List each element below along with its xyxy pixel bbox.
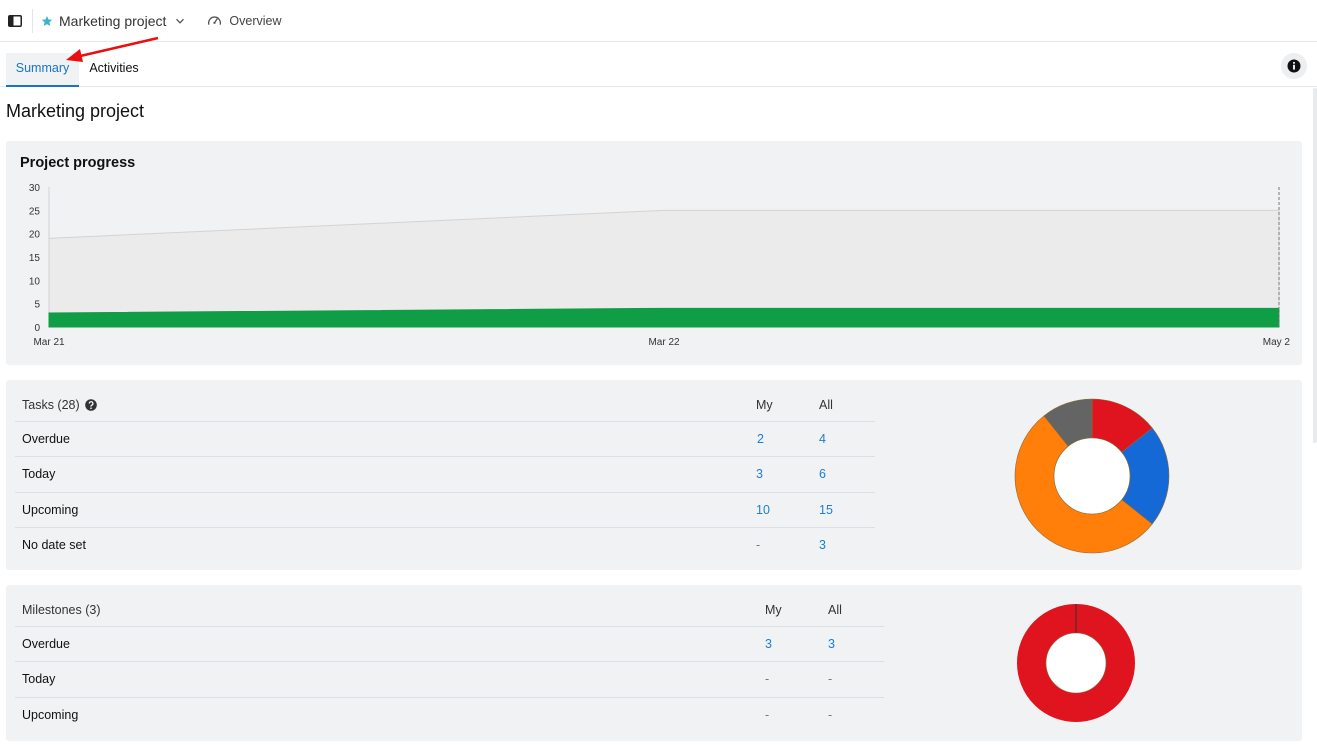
tasks-today-my[interactable]: 3 bbox=[756, 467, 763, 481]
row-label: Upcoming bbox=[22, 503, 79, 517]
project-progress-chart: 0 5 10 15 20 25 30 Mar 21 Mar 22 May 2 bbox=[29, 183, 1291, 348]
table-row: Upcoming 10 15 bbox=[15, 492, 875, 528]
tasks-donut-chart bbox=[1014, 398, 1170, 554]
milestones-today-all: - bbox=[828, 672, 833, 686]
milestones-overdue-all[interactable]: 3 bbox=[828, 637, 835, 651]
help-icon[interactable] bbox=[84, 399, 97, 411]
table-row: No date set - 3 bbox=[15, 527, 875, 563]
donut-hole bbox=[1053, 437, 1131, 515]
table-row: Today - - bbox=[15, 661, 884, 697]
tasks-overdue-all[interactable]: 4 bbox=[819, 432, 826, 446]
tab-bar: Summary Activities bbox=[0, 42, 1317, 87]
milestones-donut-chart bbox=[1017, 604, 1135, 722]
row-label: Today bbox=[22, 467, 56, 481]
info-icon bbox=[1287, 59, 1301, 73]
milestones-header-label: Milestones (3) bbox=[22, 603, 101, 617]
project-name: Marketing project bbox=[59, 12, 167, 29]
milestones-today-my: - bbox=[765, 672, 770, 686]
tasks-header: Tasks (28) bbox=[22, 398, 97, 412]
milestones-upcoming-all: - bbox=[828, 708, 833, 722]
milestones-overdue-my[interactable]: 3 bbox=[765, 637, 772, 651]
row-label: Overdue bbox=[22, 432, 70, 446]
top-bar: Marketing project Overview bbox=[0, 0, 1317, 42]
x-tick-label: Mar 22 bbox=[648, 337, 680, 348]
dashboard-gauge-icon bbox=[208, 16, 222, 25]
row-label: No date set bbox=[22, 538, 86, 552]
overview-label: Overview bbox=[229, 13, 282, 28]
sidebar-toggle-icon[interactable] bbox=[2, 8, 28, 34]
project-switcher[interactable]: Marketing project bbox=[41, 13, 185, 29]
tasks-upcoming-all[interactable]: 15 bbox=[819, 503, 833, 517]
tasks-nodate-all[interactable]: 3 bbox=[819, 538, 826, 552]
y-tick-label: 20 bbox=[29, 230, 41, 241]
row-label: Upcoming bbox=[22, 708, 79, 722]
page-title: Marketing project bbox=[6, 101, 145, 121]
table-row: Upcoming - - bbox=[15, 697, 884, 733]
row-label: Today bbox=[22, 672, 56, 686]
table-row: Overdue 3 3 bbox=[15, 626, 884, 662]
topbar-divider bbox=[32, 8, 33, 33]
y-tick-label: 10 bbox=[29, 276, 41, 287]
table-row: Today 3 6 bbox=[15, 456, 875, 492]
chevron-down-icon bbox=[176, 18, 185, 24]
overview-link[interactable]: Overview bbox=[207, 14, 281, 28]
milestones-upcoming-my: - bbox=[765, 708, 770, 722]
tasks-col-all: All bbox=[819, 398, 833, 412]
tasks-overdue-my[interactable]: 2 bbox=[757, 432, 764, 446]
info-button[interactable] bbox=[1281, 53, 1307, 79]
tasks-today-all[interactable]: 6 bbox=[819, 467, 826, 481]
y-tick-label: 15 bbox=[29, 253, 41, 264]
y-tick-label: 30 bbox=[29, 183, 41, 194]
y-tick-label: 25 bbox=[29, 206, 41, 217]
annotation-arrow-icon bbox=[66, 36, 159, 62]
milestones-col-all: All bbox=[828, 603, 842, 617]
tasks-upcoming-my[interactable]: 10 bbox=[756, 503, 770, 517]
tasks-col-my: My bbox=[756, 398, 773, 412]
tasks-panel: Tasks (28) My All Overdue 2 4 Today 3 6 … bbox=[6, 380, 1302, 570]
milestones-header: Milestones (3) bbox=[22, 603, 101, 617]
tasks-header-label: Tasks (28) bbox=[22, 398, 80, 412]
completed-area-series bbox=[48, 307, 1280, 328]
milestones-col-my: My bbox=[765, 603, 782, 617]
milestones-panel: Milestones (3) My All Overdue 3 3 Today … bbox=[6, 585, 1302, 741]
scrollbar[interactable] bbox=[1313, 88, 1317, 443]
x-tick-label: Mar 21 bbox=[33, 337, 65, 348]
y-tick-label: 0 bbox=[34, 323, 40, 334]
donut-hole bbox=[1045, 632, 1107, 694]
star-icon bbox=[41, 15, 53, 26]
project-progress-panel: Project progress 0 5 10 15 20 25 30 Mar 21 Mar 2… bbox=[6, 141, 1302, 365]
tasks-nodate-my: - bbox=[756, 538, 761, 552]
x-tick-label: May 2 bbox=[1263, 337, 1291, 348]
y-tick-label: 5 bbox=[34, 300, 40, 311]
row-label: Overdue bbox=[22, 637, 70, 651]
table-row: Overdue 2 4 bbox=[15, 421, 875, 457]
